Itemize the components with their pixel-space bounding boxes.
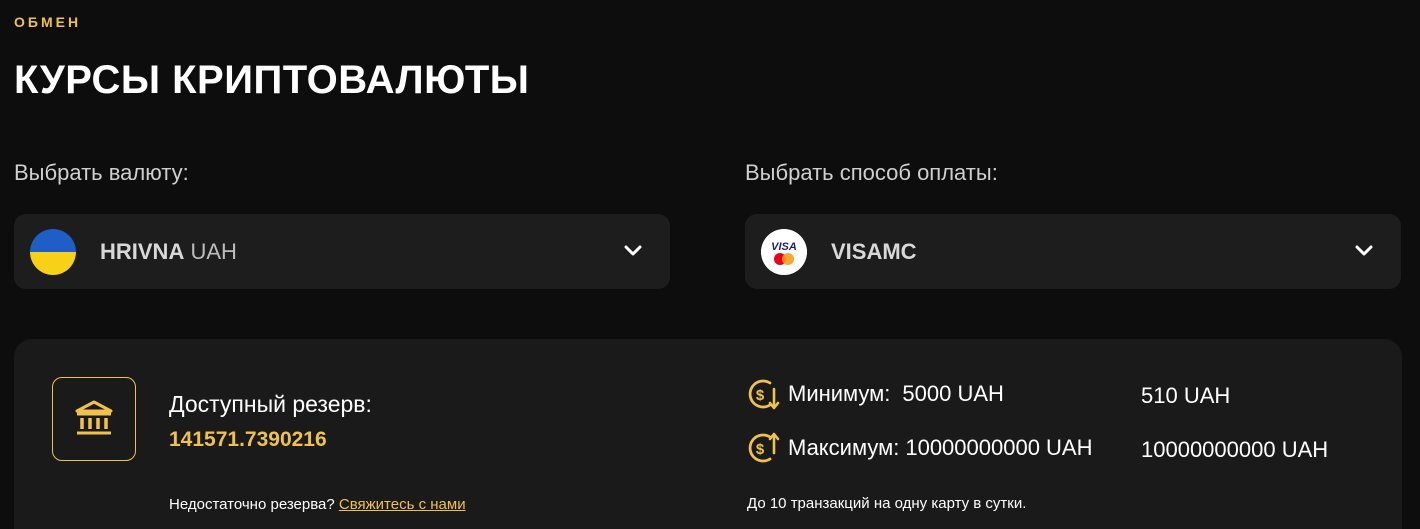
maximum-label: Максимум: <box>788 435 900 460</box>
reserve-value: 141571.7390216 <box>169 428 327 451</box>
maximum-value: 10000000000 UAH <box>905 435 1093 460</box>
contact-link[interactable]: Свяжитесь с нами <box>339 496 466 513</box>
chevron-down-icon[interactable] <box>1353 240 1375 262</box>
currency-code: UAH <box>190 238 237 264</box>
visa-logo-text: VISA <box>771 241 797 253</box>
payment-label: Выбрать способ оплаты: <box>745 160 998 185</box>
reserve-label: Доступный резерв: <box>169 391 372 417</box>
payment-name-text: VISAMC <box>831 238 917 264</box>
reserve-note-text: Недостаточно резерва? <box>169 496 335 513</box>
chevron-down-icon[interactable] <box>622 240 644 262</box>
svg-text:$: $ <box>756 441 765 458</box>
maximum-row: $ Максимум: 10000000000 UAH <box>746 431 1093 465</box>
section-eyebrow: ОБМЕН <box>14 14 82 30</box>
visa-mastercard-icon: VISA <box>761 228 807 275</box>
coin-down-icon: $ <box>748 379 780 410</box>
maximum-alt-value: 10000000000 UAH <box>1141 437 1329 462</box>
transactions-note: До 10 транзакций на одну карту в сутки. <box>747 495 1027 512</box>
minimum-row: $ Минимум: 5000 UAH <box>746 377 1004 411</box>
currency-select[interactable]: HRIVNA UAH <box>14 214 670 289</box>
minimum-value: 5000 UAH <box>902 381 1004 406</box>
coin-up-icon: $ <box>748 432 780 463</box>
currency-label: Выбрать валюту: <box>14 160 189 185</box>
minimum-alt-value: 510 UAH <box>1141 383 1231 408</box>
reserve-note: Недостаточно резерва? Свяжитесь с нами <box>169 496 466 513</box>
reserve-panel: Доступный резерв: 141571.7390216 Недоста… <box>14 339 1402 529</box>
page: ОБМЕН КУРСЫ КРИПТОВАЛЮТЫ Выбрать валюту:… <box>0 0 1420 529</box>
bank-icon <box>75 400 113 435</box>
currency-name: HRIVNA UAH <box>100 239 237 265</box>
minimum-label: Минимум: <box>788 381 891 406</box>
currency-name-text: HRIVNA <box>100 238 185 264</box>
svg-text:$: $ <box>756 387 765 404</box>
payment-select[interactable]: VISA VISAMC <box>745 214 1401 289</box>
payment-name: VISAMC <box>831 239 917 265</box>
ukraine-flag-icon <box>30 228 76 275</box>
bank-icon-box <box>52 377 136 461</box>
page-title: КУРСЫ КРИПТОВАЛЮТЫ <box>14 58 530 102</box>
